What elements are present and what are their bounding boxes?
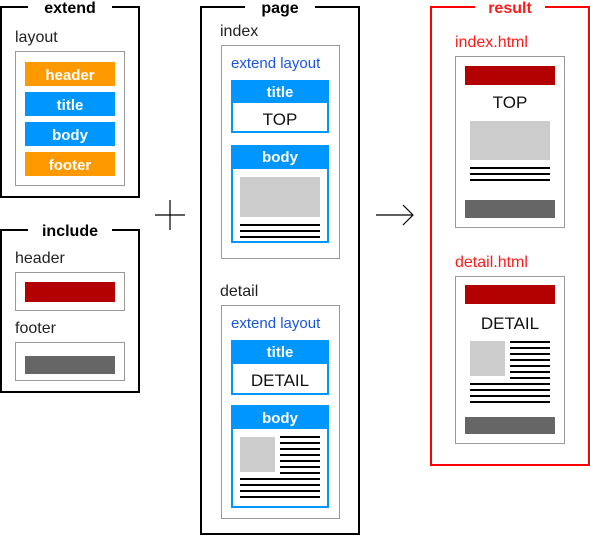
layout-label: layout xyxy=(15,29,58,46)
svg-text:body: body xyxy=(262,149,298,166)
result-group: result index.html TOP detail.html DETAIL xyxy=(430,0,590,466)
svg-text:body: body xyxy=(52,127,88,144)
plus-icon xyxy=(155,200,185,230)
detail-filename: detail.html xyxy=(455,254,528,271)
page-title: page xyxy=(261,0,298,17)
svg-text:title: title xyxy=(267,344,294,361)
extend-title: extend xyxy=(44,0,96,17)
svg-text:DETAIL: DETAIL xyxy=(481,314,539,333)
svg-text:TOP: TOP xyxy=(493,93,528,112)
detail-extend-text: extend layout xyxy=(231,315,321,332)
include-group: include header footer xyxy=(0,222,140,393)
include-title: include xyxy=(42,223,98,240)
image-placeholder xyxy=(240,177,320,217)
svg-text:DETAIL: DETAIL xyxy=(251,371,309,390)
svg-text:footer: footer xyxy=(49,157,92,174)
svg-text:TOP: TOP xyxy=(263,110,298,129)
index-label: index xyxy=(220,23,258,40)
footer-bar xyxy=(25,356,115,374)
index-extend-text: extend layout xyxy=(231,55,321,72)
svg-text:header: header xyxy=(45,67,94,84)
svg-text:title: title xyxy=(57,97,84,114)
arrow-right-icon xyxy=(376,204,414,226)
svg-text:body: body xyxy=(262,410,298,427)
page-group: page index extend layout title TOP body … xyxy=(200,0,360,535)
extend-group: extend layout header title body footer xyxy=(0,0,140,198)
image-placeholder xyxy=(240,437,275,472)
include-footer-label: footer xyxy=(15,320,57,337)
include-header-label: header xyxy=(15,250,65,267)
detail-label: detail xyxy=(220,283,258,300)
index-filename: index.html xyxy=(455,34,528,51)
svg-text:title: title xyxy=(267,84,294,101)
result-title: result xyxy=(488,0,532,17)
header-bar xyxy=(25,282,115,302)
diagram: extend layout header title body footer i… xyxy=(0,0,590,535)
